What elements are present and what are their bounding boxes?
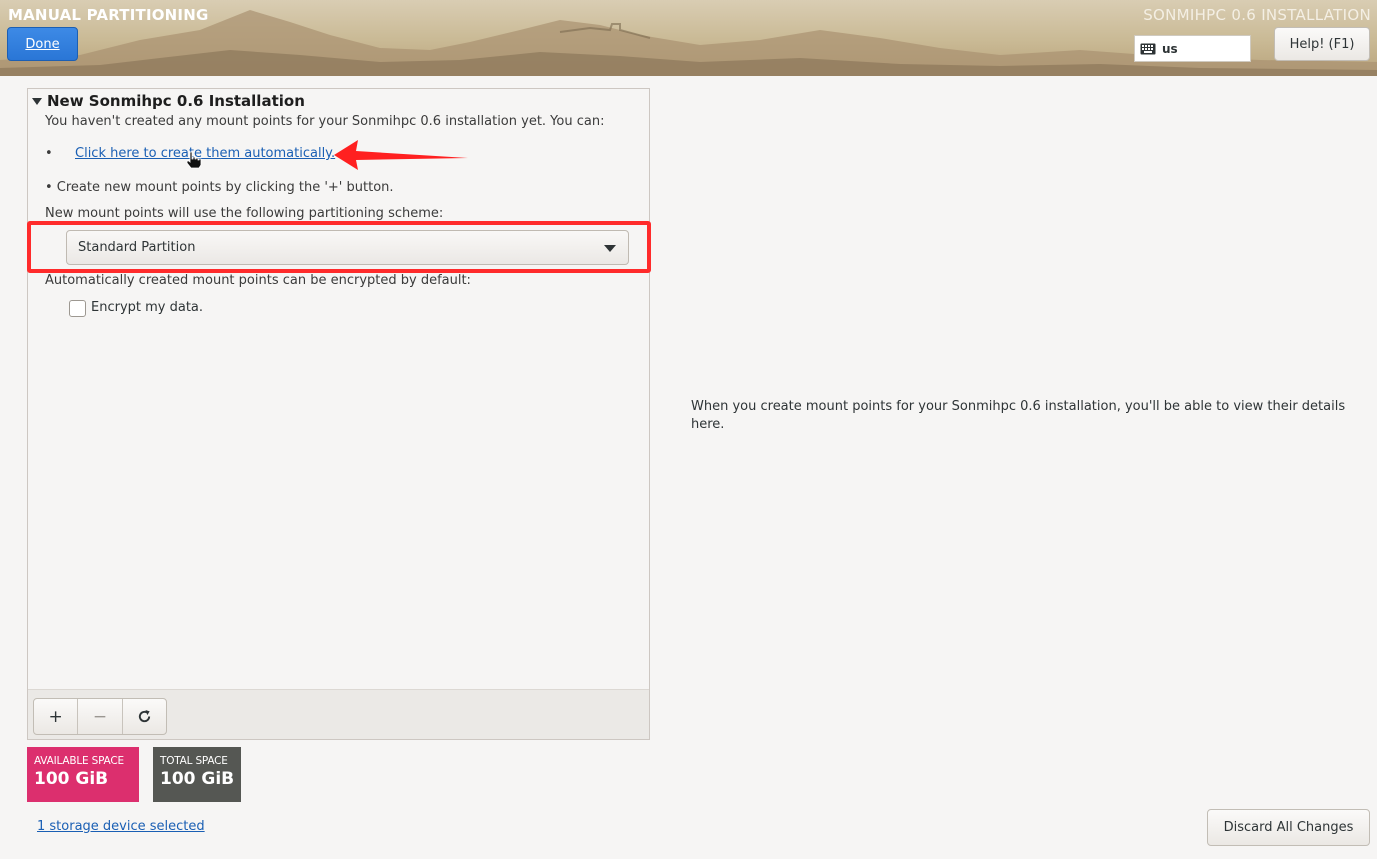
- triangle-down-icon: [32, 97, 42, 105]
- add-mount-point-button[interactable]: +: [34, 699, 79, 734]
- spoke-title: MANUAL PARTITIONING: [8, 6, 209, 24]
- done-button[interactable]: Done: [7, 27, 78, 61]
- keyboard-layout-indicator[interactable]: us: [1134, 35, 1251, 62]
- total-space-badge: TOTAL SPACE 100 GiB: [153, 747, 241, 802]
- installation-expander[interactable]: New Sonmihpc 0.6 Installation: [32, 92, 305, 110]
- discard-all-changes-button[interactable]: Discard All Changes: [1207, 809, 1370, 846]
- total-space-label: TOTAL SPACE: [160, 755, 228, 767]
- done-button-label: Done: [25, 36, 60, 52]
- mount-point-details-placeholder: When you create mount points for your So…: [691, 399, 1346, 432]
- product-title: SONMIHPC 0.6 INSTALLATION: [1143, 6, 1371, 24]
- annotation-highlight-box: [27, 221, 651, 273]
- header-bar: MANUAL PARTITIONING SONMIHPC 0.6 INSTALL…: [0, 0, 1377, 76]
- total-space-value: 100 GiB: [160, 769, 235, 789]
- keyboard-icon: [1140, 43, 1156, 54]
- installation-title: New Sonmihpc 0.6 Installation: [47, 92, 305, 110]
- manual-create-text: • Create new mount points by clicking th…: [45, 180, 394, 195]
- encrypt-default-label: Automatically created mount points can b…: [45, 273, 471, 288]
- available-space-label: AVAILABLE SPACE: [34, 755, 124, 767]
- create-automatically-link[interactable]: Click here to create them automatically.: [75, 146, 335, 161]
- encrypt-checkbox-label[interactable]: Encrypt my data.: [91, 300, 203, 315]
- mount-point-toolbar: + −: [28, 689, 649, 739]
- help-button[interactable]: Help! (F1): [1274, 27, 1370, 61]
- red-arrow-icon: [334, 140, 468, 170]
- refresh-button[interactable]: [123, 699, 166, 734]
- available-space-value: 100 GiB: [34, 769, 109, 789]
- intro-text: You haven't created any mount points for…: [45, 114, 605, 129]
- hand-pointer-icon: [186, 151, 202, 169]
- storage-devices-link[interactable]: 1 storage device selected: [37, 819, 205, 834]
- mount-point-button-group: + −: [33, 698, 167, 735]
- mount-points-panel: New Sonmihpc 0.6 Installation You haven'…: [27, 88, 651, 740]
- partition-scheme-label: New mount points will use the following …: [45, 206, 444, 221]
- keyboard-layout-label: us: [1162, 41, 1178, 56]
- refresh-icon: [138, 709, 150, 723]
- bullet: •: [45, 146, 53, 161]
- remove-mount-point-button[interactable]: −: [78, 699, 123, 734]
- available-space-badge: AVAILABLE SPACE 100 GiB: [27, 747, 139, 802]
- encrypt-checkbox[interactable]: [69, 300, 86, 317]
- discard-button-label: Discard All Changes: [1223, 820, 1354, 835]
